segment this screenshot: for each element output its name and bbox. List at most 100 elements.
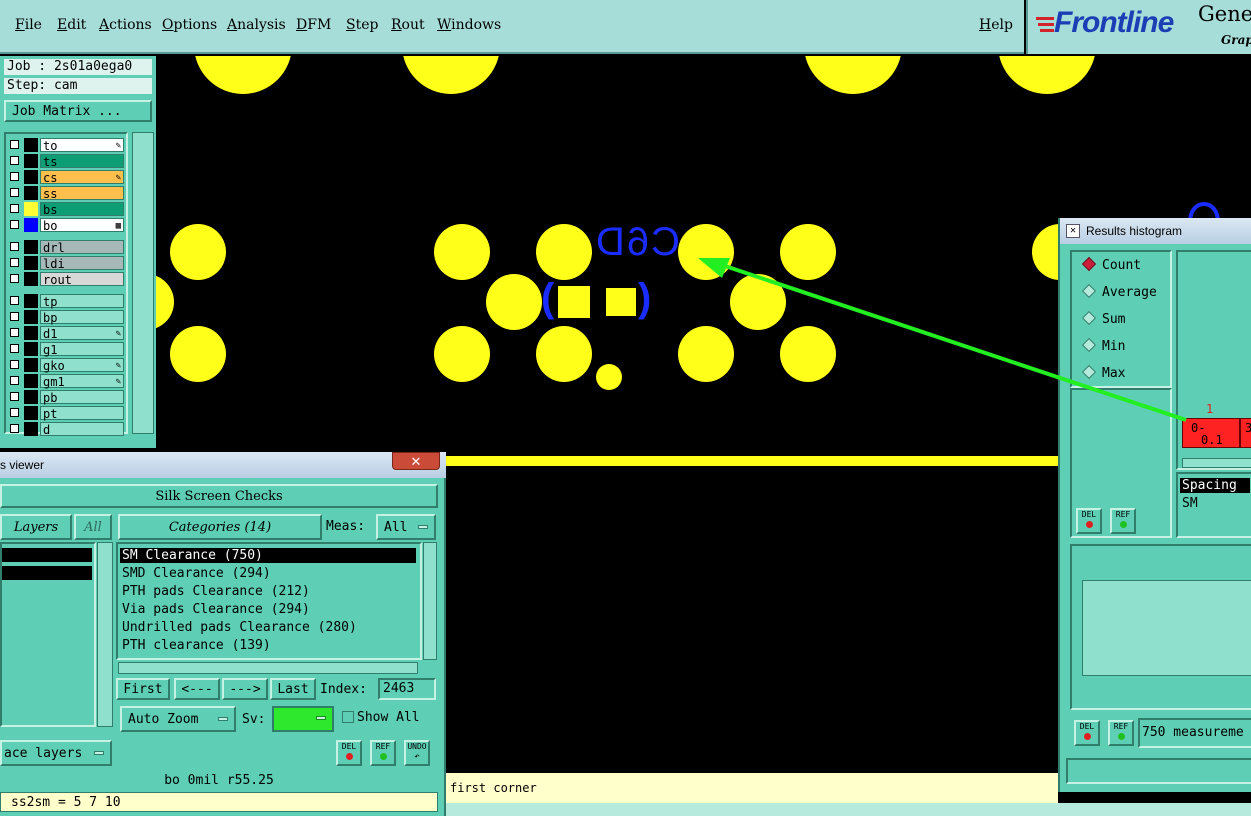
layer-row-ss[interactable]: ss	[8, 186, 124, 201]
surface-layers-select[interactable]: ace layers	[0, 740, 112, 766]
layer-color-swatch[interactable]	[24, 326, 38, 340]
categories-list[interactable]: SM Clearance (750) SMD Clearance (294) P…	[116, 542, 422, 660]
layer-color-swatch[interactable]	[24, 406, 38, 420]
prev-button[interactable]: <---	[174, 678, 220, 700]
layer-checkbox[interactable]	[10, 156, 19, 165]
auto-zoom-select[interactable]: Auto Zoom	[120, 706, 236, 732]
layer-checkbox[interactable]	[10, 258, 19, 267]
mode-average[interactable]: Average	[1081, 283, 1157, 300]
layer-row-cs[interactable]: cs ✎	[8, 170, 124, 185]
layer-row-to[interactable]: to ✎	[8, 138, 124, 153]
mode-min[interactable]: Min	[1081, 337, 1125, 354]
layer-color-swatch[interactable]	[24, 390, 38, 404]
layer-row-g1[interactable]: g1	[8, 342, 124, 357]
layer-name[interactable]: g1	[40, 342, 124, 357]
layer-color-swatch[interactable]	[24, 294, 38, 308]
menu-edit[interactable]: Edit	[57, 17, 86, 33]
layer-checkbox[interactable]	[10, 360, 19, 369]
layer-checkbox[interactable]	[10, 188, 19, 197]
window-menu-icon[interactable]: ✕	[1066, 224, 1080, 238]
layer-checkbox[interactable]	[10, 204, 19, 213]
layer-row-pt[interactable]: pt	[8, 406, 124, 421]
layer-name[interactable]: ss	[40, 186, 124, 201]
layer-color-swatch[interactable]	[24, 256, 38, 270]
layer-name[interactable]: rout	[40, 272, 124, 287]
category-item[interactable]: PTH pads Clearance (212)	[122, 583, 310, 600]
menu-help[interactable]: Help	[979, 17, 1013, 33]
show-all-checkbox[interactable]	[342, 711, 354, 723]
ref-button[interactable]: REF	[1108, 720, 1134, 746]
histogram-bar[interactable]: 0- 0.1	[1182, 418, 1240, 448]
list-item[interactable]	[2, 566, 92, 580]
menu-file[interactable]: File	[15, 17, 42, 33]
layer-name[interactable]: ldi	[40, 256, 124, 271]
layer-name[interactable]: gm1 ✎	[40, 374, 124, 389]
layer-name[interactable]: bo ▦	[40, 218, 124, 233]
layer-name[interactable]: d	[40, 422, 124, 437]
layer-name[interactable]: bs	[40, 202, 124, 217]
mode-count[interactable]: Count	[1081, 256, 1141, 273]
layer-name[interactable]: bp	[40, 310, 124, 325]
layer-row-pb[interactable]: pb	[8, 390, 124, 405]
layer-checkbox[interactable]	[10, 408, 19, 417]
category-item[interactable]: PTH clearance (139)	[122, 637, 271, 654]
layer-name[interactable]: drl	[40, 240, 124, 255]
category-item[interactable]: Via pads Clearance (294)	[122, 601, 310, 618]
layer-color-swatch[interactable]	[24, 310, 38, 324]
layer-color-swatch[interactable]	[24, 342, 38, 356]
layer-checkbox[interactable]	[10, 392, 19, 401]
layer-color-swatch[interactable]	[24, 422, 38, 436]
layer-checkbox[interactable]	[10, 328, 19, 337]
layer-checkbox[interactable]	[10, 274, 19, 283]
layers-all-button[interactable]: All	[74, 514, 112, 540]
last-button[interactable]: Last	[270, 678, 316, 700]
layer-name[interactable]: tp	[40, 294, 124, 309]
layer-checkbox[interactable]	[10, 140, 19, 149]
layer-name[interactable]: cs ✎	[40, 170, 124, 185]
layer-row-bp[interactable]: bp	[8, 310, 124, 325]
layer-color-swatch[interactable]	[24, 170, 38, 184]
layer-color-swatch[interactable]	[24, 218, 38, 232]
histogram-hscrollbar[interactable]	[1182, 458, 1251, 468]
histogram-bar[interactable]: 3	[1240, 418, 1251, 448]
ref-button[interactable]: REF	[1110, 508, 1136, 534]
del-button[interactable]: DEL	[336, 740, 362, 766]
layer-row-d[interactable]: d	[8, 422, 124, 437]
layer-row-rout[interactable]: rout	[8, 272, 124, 287]
del-button[interactable]: DEL	[1076, 508, 1102, 534]
layer-checkbox[interactable]	[10, 344, 19, 353]
sv-color-select[interactable]	[272, 706, 334, 732]
menu-windows[interactable]: Windows	[437, 17, 501, 33]
del-button[interactable]: DEL	[1074, 720, 1100, 746]
result-list[interactable]: Spacing SM	[1176, 472, 1251, 538]
menu-actions[interactable]: Actions	[99, 17, 152, 33]
layer-row-gm1[interactable]: gm1 ✎	[8, 374, 124, 389]
layer-row-bs[interactable]: bs	[8, 202, 124, 217]
layer-color-swatch[interactable]	[24, 154, 38, 168]
close-icon[interactable]: ✕	[392, 452, 440, 470]
layer-color-swatch[interactable]	[24, 240, 38, 254]
layers-header[interactable]: Layers	[0, 514, 72, 540]
categories-scrollbar[interactable]	[423, 542, 437, 660]
layer-color-swatch[interactable]	[24, 202, 38, 216]
menu-options[interactable]: Options	[162, 17, 217, 33]
first-button[interactable]: First	[116, 678, 170, 700]
menu-rout[interactable]: Rout	[391, 17, 425, 33]
layer-name[interactable]: gko ✎	[40, 358, 124, 373]
job-matrix-button[interactable]: Job Matrix ...	[4, 100, 152, 122]
layer-row-bo[interactable]: bo ▦	[8, 218, 124, 233]
layer-color-swatch[interactable]	[24, 374, 38, 388]
layer-name[interactable]: ts	[40, 154, 124, 169]
menu-step[interactable]: Step	[346, 17, 378, 33]
layer-row-gko[interactable]: gko ✎	[8, 358, 124, 373]
category-item[interactable]: Undrilled pads Clearance (280)	[122, 619, 357, 636]
layer-checkbox[interactable]	[10, 312, 19, 321]
layer-name[interactable]: to ✎	[40, 138, 124, 153]
layer-row-ts[interactable]: ts	[8, 154, 124, 169]
layer-checkbox[interactable]	[10, 172, 19, 181]
layer-checkbox[interactable]	[10, 424, 19, 433]
undo-button[interactable]: UNDO ↶	[404, 740, 430, 766]
categories-header[interactable]: Categories (14)	[118, 514, 322, 540]
layers-list[interactable]	[0, 542, 96, 727]
layer-color-swatch[interactable]	[24, 186, 38, 200]
